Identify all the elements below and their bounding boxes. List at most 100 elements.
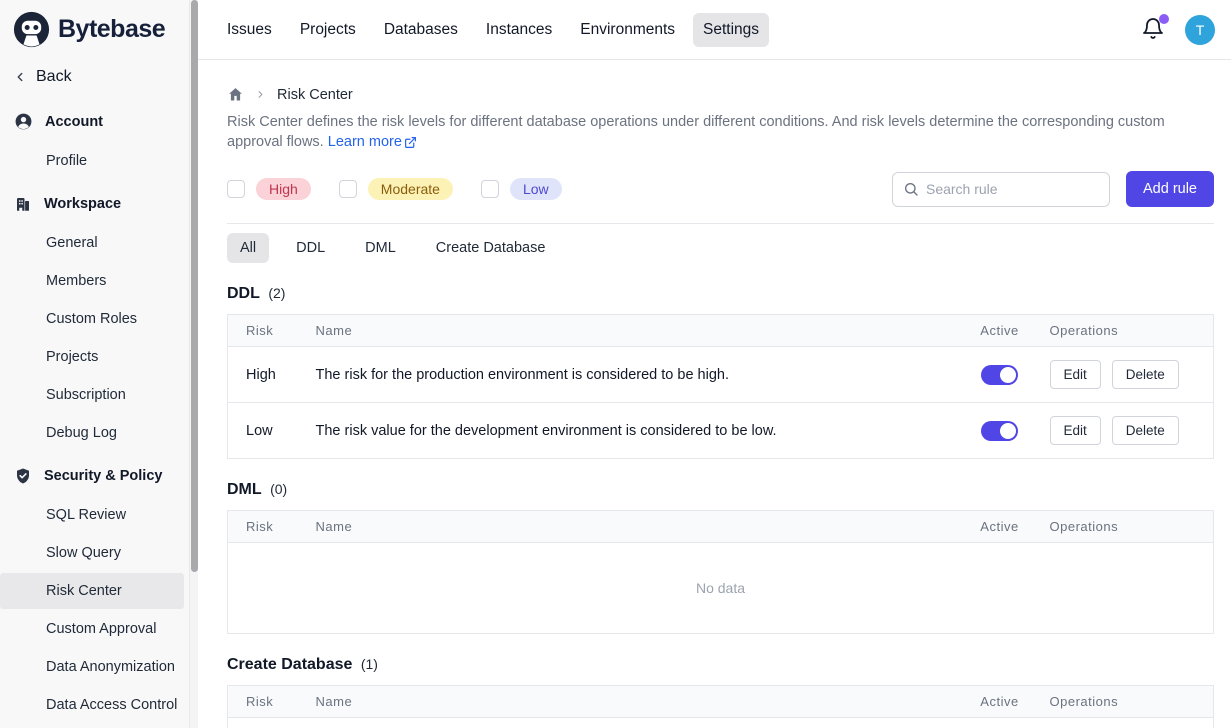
name-cell: The risk value for the development envir… xyxy=(316,403,950,459)
column-header-name: Name xyxy=(316,686,950,718)
building-icon xyxy=(14,195,32,213)
external-link-icon xyxy=(404,136,417,149)
sidebar-item-custom-roles[interactable]: Custom Roles xyxy=(0,301,184,337)
section-heading: DML (0) xyxy=(227,481,1214,499)
column-header-operations: Operations xyxy=(1050,315,1214,347)
home-icon[interactable] xyxy=(227,86,244,103)
nav-item-databases[interactable]: Databases xyxy=(374,13,468,47)
table-row: Moderate Creating a database in the prod… xyxy=(228,718,1214,728)
risk-cell: High xyxy=(228,347,316,403)
sidebar-group-account: Account xyxy=(0,102,184,141)
nav-item-settings[interactable]: Settings xyxy=(693,13,769,47)
nav-item-issues[interactable]: Issues xyxy=(217,13,282,47)
settings-sidebar: Bytebase Back Account Profile xyxy=(0,0,198,728)
table-row: High The risk for the production environ… xyxy=(228,347,1214,403)
active-toggle[interactable] xyxy=(981,421,1018,441)
section-title: Create Database xyxy=(227,656,352,673)
section-create-database: Create Database (1) Risk Name Active Ope… xyxy=(227,656,1214,728)
filter-low[interactable]: Low xyxy=(481,178,562,200)
search-rule-box[interactable] xyxy=(892,172,1110,207)
notification-bell-button[interactable] xyxy=(1141,17,1167,43)
sidebar-item-custom-approval[interactable]: Custom Approval xyxy=(0,611,184,647)
high-checkbox[interactable] xyxy=(227,180,245,198)
active-toggle[interactable] xyxy=(981,365,1018,385)
no-data-placeholder: No data xyxy=(228,543,1214,634)
name-cell: Creating a database in the production en… xyxy=(316,718,950,728)
column-header-active: Active xyxy=(950,511,1050,543)
breadcrumb: Risk Center xyxy=(227,86,1214,103)
sidebar-item-sql-review[interactable]: SQL Review xyxy=(0,497,184,533)
search-rule-input[interactable] xyxy=(926,181,1099,197)
section-ddl: DDL (2) Risk Name Active Operations High… xyxy=(227,285,1214,459)
user-circle-icon xyxy=(14,112,33,131)
shield-check-icon xyxy=(14,467,32,485)
brand-name: Bytebase xyxy=(58,15,165,44)
section-count: (0) xyxy=(270,481,287,497)
notification-dot xyxy=(1159,14,1169,24)
tab-ddl[interactable]: DDL xyxy=(283,233,338,263)
brand-logo[interactable]: Bytebase xyxy=(0,0,184,58)
tab-all[interactable]: All xyxy=(227,233,269,263)
name-cell: The risk for the production environment … xyxy=(316,347,950,403)
filter-toolbar: High Moderate Low Add rule xyxy=(227,171,1214,207)
sidebar-item-debug-log[interactable]: Debug Log xyxy=(0,415,184,451)
sidebar-item-subscription[interactable]: Subscription xyxy=(0,377,184,413)
section-dml: DML (0) Risk Name Active Operations No d… xyxy=(227,481,1214,634)
rule-type-tabs: All DDL DML Create Database xyxy=(227,233,1214,263)
sidebar-group-label: Account xyxy=(45,114,103,130)
sidebar-group-security-policy: Security & Policy xyxy=(0,457,184,495)
page-description: Risk Center defines the risk levels for … xyxy=(227,112,1212,152)
add-rule-button[interactable]: Add rule xyxy=(1126,171,1214,207)
main-area: Issues Projects Databases Instances Envi… xyxy=(198,0,1231,728)
sidebar-item-data-access-control[interactable]: Data Access Control xyxy=(0,687,184,723)
sidebar-scrollbar-thumb[interactable] xyxy=(191,0,198,572)
delete-button[interactable]: Delete xyxy=(1112,416,1179,445)
top-navigation-bar: Issues Projects Databases Instances Envi… xyxy=(198,0,1231,60)
user-avatar[interactable]: T xyxy=(1185,15,1215,45)
learn-more-link[interactable]: Learn more xyxy=(328,132,417,152)
tab-create-database[interactable]: Create Database xyxy=(423,233,559,263)
sidebar-item-profile[interactable]: Profile xyxy=(0,143,184,179)
risk-cell: Low xyxy=(228,403,316,459)
sidebar-item-data-anonymization[interactable]: Data Anonymization xyxy=(0,649,184,685)
chevron-left-icon xyxy=(13,70,27,84)
back-button[interactable]: Back xyxy=(0,58,184,96)
nav-item-instances[interactable]: Instances xyxy=(476,13,562,47)
column-header-operations: Operations xyxy=(1050,686,1214,718)
sidebar-item-slow-query[interactable]: Slow Query xyxy=(0,535,184,571)
low-checkbox[interactable] xyxy=(481,180,499,198)
filter-moderate[interactable]: Moderate xyxy=(339,178,453,200)
edit-button[interactable]: Edit xyxy=(1050,360,1101,389)
sidebar-scrollbar[interactable] xyxy=(189,0,198,728)
column-header-operations: Operations xyxy=(1050,511,1214,543)
section-count: (1) xyxy=(361,656,378,672)
risk-center-page: Risk Center Risk Center defines the risk… xyxy=(198,60,1231,728)
column-header-risk: Risk xyxy=(228,511,316,543)
edit-button[interactable]: Edit xyxy=(1050,416,1101,445)
sidebar-item-general[interactable]: General xyxy=(0,225,184,261)
column-header-name: Name xyxy=(316,315,950,347)
filter-high[interactable]: High xyxy=(227,178,311,200)
moderate-checkbox[interactable] xyxy=(339,180,357,198)
section-count: (2) xyxy=(268,285,285,301)
nav-item-projects[interactable]: Projects xyxy=(290,13,366,47)
sidebar-item-members[interactable]: Members xyxy=(0,263,184,299)
moderate-risk-badge: Moderate xyxy=(368,178,453,200)
column-header-active: Active xyxy=(950,315,1050,347)
nav-item-environments[interactable]: Environments xyxy=(570,13,685,47)
column-header-risk: Risk xyxy=(228,315,316,347)
sidebar-item-projects[interactable]: Projects xyxy=(0,339,184,375)
column-header-risk: Risk xyxy=(228,686,316,718)
divider xyxy=(227,223,1214,224)
low-risk-badge: Low xyxy=(510,178,562,200)
delete-button[interactable]: Delete xyxy=(1112,360,1179,389)
section-title: DDL xyxy=(227,285,260,302)
create-database-rules-table: Risk Name Active Operations Moderate Cre… xyxy=(227,685,1214,728)
tab-dml[interactable]: DML xyxy=(352,233,409,263)
breadcrumb-current: Risk Center xyxy=(277,87,353,103)
toggle-knob xyxy=(1000,367,1016,383)
bytebase-logo-icon xyxy=(13,11,50,48)
sidebar-item-risk-center[interactable]: Risk Center xyxy=(0,573,184,609)
table-row: Low The risk value for the development e… xyxy=(228,403,1214,459)
section-heading: DDL (2) xyxy=(227,285,1214,303)
